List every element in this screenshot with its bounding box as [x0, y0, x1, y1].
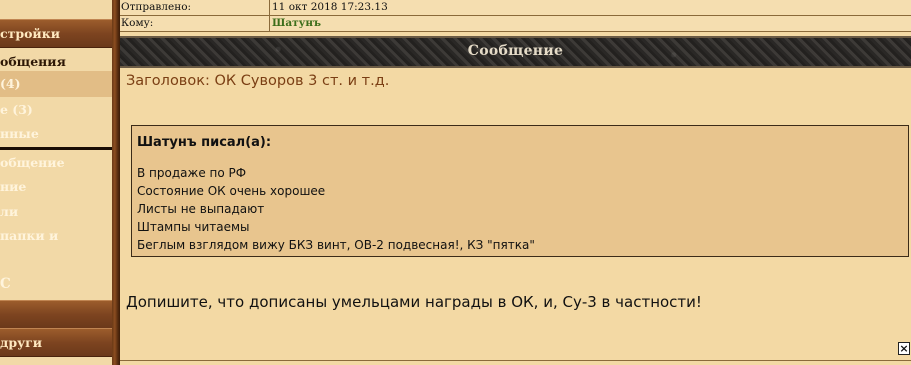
sidebar-item-label: ли: [0, 204, 19, 219]
sidebar-item-label: общение: [0, 155, 65, 170]
message-body: Допишите, что дописаны умельцами награды…: [126, 293, 702, 311]
sidebar-item-label: (4): [0, 76, 21, 91]
sent-value: 11 окт 2018 17:23.13: [272, 1, 388, 13]
sidebar-item-inbox[interactable]: (4): [0, 71, 112, 97]
sidebar-item-outbox[interactable]: е (3): [0, 101, 112, 119]
divider: [120, 15, 911, 16]
sidebar-item-folders-and[interactable]: папки и: [0, 227, 112, 245]
to-row: Кому: Шатунъ: [120, 16, 911, 31]
sent-label: Отправлено:: [121, 1, 192, 13]
sidebar-item-delete[interactable]: ние: [0, 178, 112, 196]
sidebar-item-label: С: [0, 276, 11, 292]
message-header: Отправлено: 11 окт 2018 17:23.13 Кому: Ш…: [120, 0, 911, 32]
close-icon[interactable]: ×: [898, 342, 910, 355]
sidebar-item-messages[interactable]: общения: [0, 53, 112, 70]
sidebar-item-label: ние: [0, 179, 27, 194]
quote-line: В продаже по РФ: [137, 166, 247, 180]
sidebar-item-folders[interactable]: ли: [0, 203, 112, 221]
quote-header: Шатунъ писал(а):: [137, 135, 272, 150]
quote-line: Листы не выпадают: [137, 202, 265, 216]
sent-row: Отправлено: 11 окт 2018 17:23.13: [120, 0, 911, 15]
sidebar-item-new-message[interactable]: общение: [0, 154, 112, 172]
message-title: Сообщение: [467, 43, 564, 59]
sidebar-item-friends[interactable]: други: [0, 328, 112, 357]
quote-line: Беглым взглядом вижу БКЗ винт, ОВ-2 подв…: [137, 238, 535, 252]
sidebar-item-blank[interactable]: [0, 300, 112, 329]
to-label: Кому:: [121, 17, 154, 29]
sidebar-item-label: стройки: [0, 26, 61, 41]
sidebar-item-label: нные: [0, 126, 39, 141]
divider: [120, 360, 911, 361]
divider: [120, 31, 911, 32]
sidebar-item-label: други: [0, 335, 43, 350]
sidebar-separator: [0, 147, 112, 150]
sidebar-item-label: общения: [0, 54, 66, 69]
to-value[interactable]: Шатунъ: [272, 17, 321, 29]
quote-block: Шатунъ писал(а): В продаже по РФ Состоян…: [131, 125, 909, 257]
sidebar-item-label: е (3): [0, 102, 33, 117]
sidebar-item-saved[interactable]: нные: [0, 125, 112, 143]
sidebar: стройки общения (4) е (3) нные общение н…: [0, 0, 112, 365]
sidebar-item-label: папки и: [0, 228, 59, 243]
quote-line: Состояние ОК очень хорошее: [137, 184, 326, 198]
sidebar-item-settings[interactable]: стройки: [0, 19, 112, 48]
sidebar-item-c[interactable]: С: [0, 274, 112, 294]
message-title-bar: Сообщение: [120, 36, 911, 68]
message-subject: Заголовок: ОК Суворов 3 ст. и т.д.: [126, 73, 390, 89]
quote-line: Штампы читаемы: [137, 220, 250, 234]
sidebar-border: [112, 0, 120, 365]
